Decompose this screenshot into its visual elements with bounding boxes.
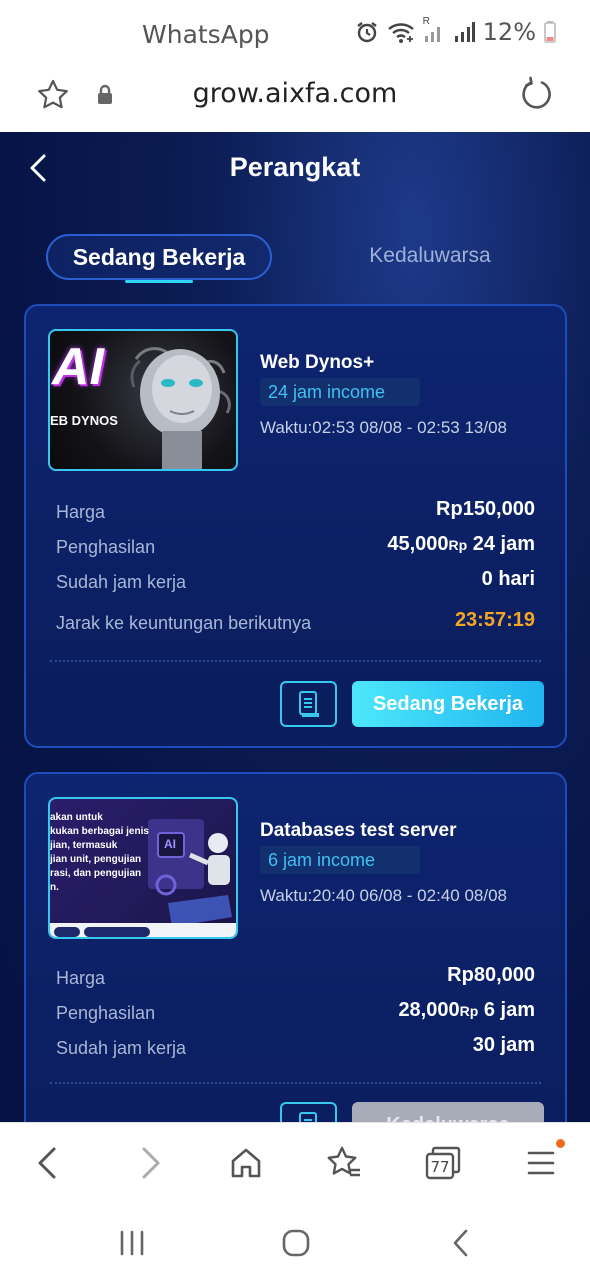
thumb-caption-line: rasi, dan pengujian [50, 868, 142, 879]
expired-status-button[interactable]: Kedaluwarsa [352, 1102, 544, 1122]
price-label: Harga [56, 968, 106, 988]
menu-icon[interactable] [526, 1145, 556, 1186]
countdown-row: Jarak ke keuntungan berikutnya 23:57:19 [56, 609, 535, 639]
price-row: Harga Rp150,000 [56, 498, 535, 528]
url-text[interactable]: grow.aixfa.com [0, 78, 590, 109]
work-hours-value: 0 hari [481, 568, 535, 590]
price-label: Harga [56, 502, 106, 522]
system-nav-bar [0, 1206, 590, 1280]
thumb-caption-line: jian unit, pengujian [50, 854, 142, 865]
notification-dot [556, 1139, 565, 1148]
browser-forward-icon[interactable] [136, 1145, 164, 1186]
bookmarks-icon[interactable] [324, 1145, 364, 1186]
income-value: 45,000Rp 24 jam [387, 533, 535, 556]
time-range: Waktu:02:53 08/08 - 02:53 13/08 [260, 418, 507, 437]
work-hours-row: Sudah jam kerja 0 hari [56, 568, 535, 598]
income-period: 24 jam [472, 533, 535, 555]
income-badge: 6 jam income [260, 846, 420, 874]
income-row: Penghasilan 28,000Rp 6 jam [56, 999, 535, 1029]
device-card: AI EB DYNOS Web Dynos+ 24 jam income Wak… [24, 304, 567, 748]
price-value: Rp80,000 [447, 964, 535, 986]
thumb-caption-line: jian, termasuk [50, 840, 118, 851]
signal-roaming-icon: R [423, 16, 445, 44]
tab-working[interactable]: Sedang Bekerja [46, 234, 272, 280]
app-viewport: Perangkat Sedang Bekerja Kedaluwarsa AI … [0, 132, 590, 1122]
card-divider [50, 1082, 541, 1084]
countdown-label: Jarak ke keuntungan berikutnya [56, 613, 312, 633]
work-hours-value: 30 jam [472, 1034, 535, 1056]
income-amount: 45,000 [387, 533, 449, 555]
alarm-icon [355, 20, 379, 44]
device-card: AI akan untuk kukan berbagai jenis jian,… [24, 772, 567, 1122]
tabs-count: 77 [430, 1158, 450, 1176]
thumb-ai-text: AI [52, 338, 104, 396]
product-image: AI akan untuk kukan berbagai jenis jian,… [48, 797, 238, 939]
income-amount: 28,000 [398, 999, 460, 1021]
detail-button[interactable] [280, 681, 337, 727]
home-icon[interactable] [228, 1145, 264, 1186]
thumb-caption-line: akan untuk [50, 812, 103, 823]
work-hours-label: Sudah jam kerja [56, 572, 187, 592]
document-icon [298, 1112, 317, 1122]
tab-expired[interactable]: Kedaluwarsa [340, 234, 520, 280]
system-back-icon[interactable] [450, 1228, 472, 1263]
income-label: Penghasilan [56, 537, 156, 557]
browser-back-icon[interactable] [34, 1145, 62, 1186]
battery-percent: 12% [482, 18, 536, 46]
detail-button[interactable] [280, 1102, 337, 1122]
roaming-indicator: R [422, 16, 430, 27]
card-divider [50, 660, 541, 662]
income-badge: 24 jam income [260, 378, 420, 406]
status-icons: R 12% [355, 16, 556, 46]
document-icon [298, 691, 319, 717]
income-value: 28,000Rp 6 jam [398, 999, 535, 1022]
product-name: Web Dynos+ [260, 352, 375, 373]
thumb-ai-badge: AI [164, 837, 176, 851]
tab-active-indicator [125, 280, 193, 283]
home-button-icon[interactable] [281, 1228, 311, 1263]
battery-icon [544, 20, 556, 44]
product-name: Databases test server [260, 820, 457, 841]
income-currency: Rp [459, 1003, 479, 1019]
work-hours-row: Sudah jam kerja 30 jam [56, 1034, 535, 1064]
tabs-icon[interactable]: 77 [424, 1145, 464, 1186]
signal-icon [453, 20, 475, 44]
income-row: Penghasilan 45,000Rp 24 jam [56, 533, 535, 563]
product-image: AI EB DYNOS [48, 329, 238, 471]
income-period: 6 jam [483, 999, 535, 1021]
wifi-icon [387, 20, 415, 44]
status-bar: WhatsApp R 12% [0, 0, 590, 66]
recent-apps-icon[interactable] [118, 1230, 146, 1261]
income-currency: Rp [448, 537, 468, 553]
thumb-caption-line: n. [50, 882, 59, 893]
working-status-button[interactable]: Sedang Bekerja [352, 681, 544, 727]
url-bar: grow.aixfa.com [0, 66, 590, 132]
thumb-caption-line: kukan berbagai jenis [50, 826, 149, 837]
price-value: Rp150,000 [436, 498, 535, 520]
app-header: Perangkat [0, 132, 590, 204]
status-app-name: WhatsApp [142, 20, 270, 49]
browser-toolbar: 77 [0, 1122, 590, 1206]
income-label: Penghasilan [56, 1003, 156, 1023]
tab-bar: Sedang Bekerja Kedaluwarsa [0, 232, 590, 284]
countdown-value: 23:57:19 [454, 609, 535, 631]
thumb-caption: akan untuk kukan berbagai jenis jian, te… [50, 811, 149, 895]
price-row: Harga Rp80,000 [56, 964, 535, 994]
time-range: Waktu:20:40 06/08 - 02:40 08/08 [260, 886, 507, 905]
page-title: Perangkat [229, 152, 361, 182]
work-hours-label: Sudah jam kerja [56, 1038, 187, 1058]
reload-icon[interactable] [520, 76, 554, 117]
thumb-brand-text: EB DYNOS [50, 413, 118, 428]
